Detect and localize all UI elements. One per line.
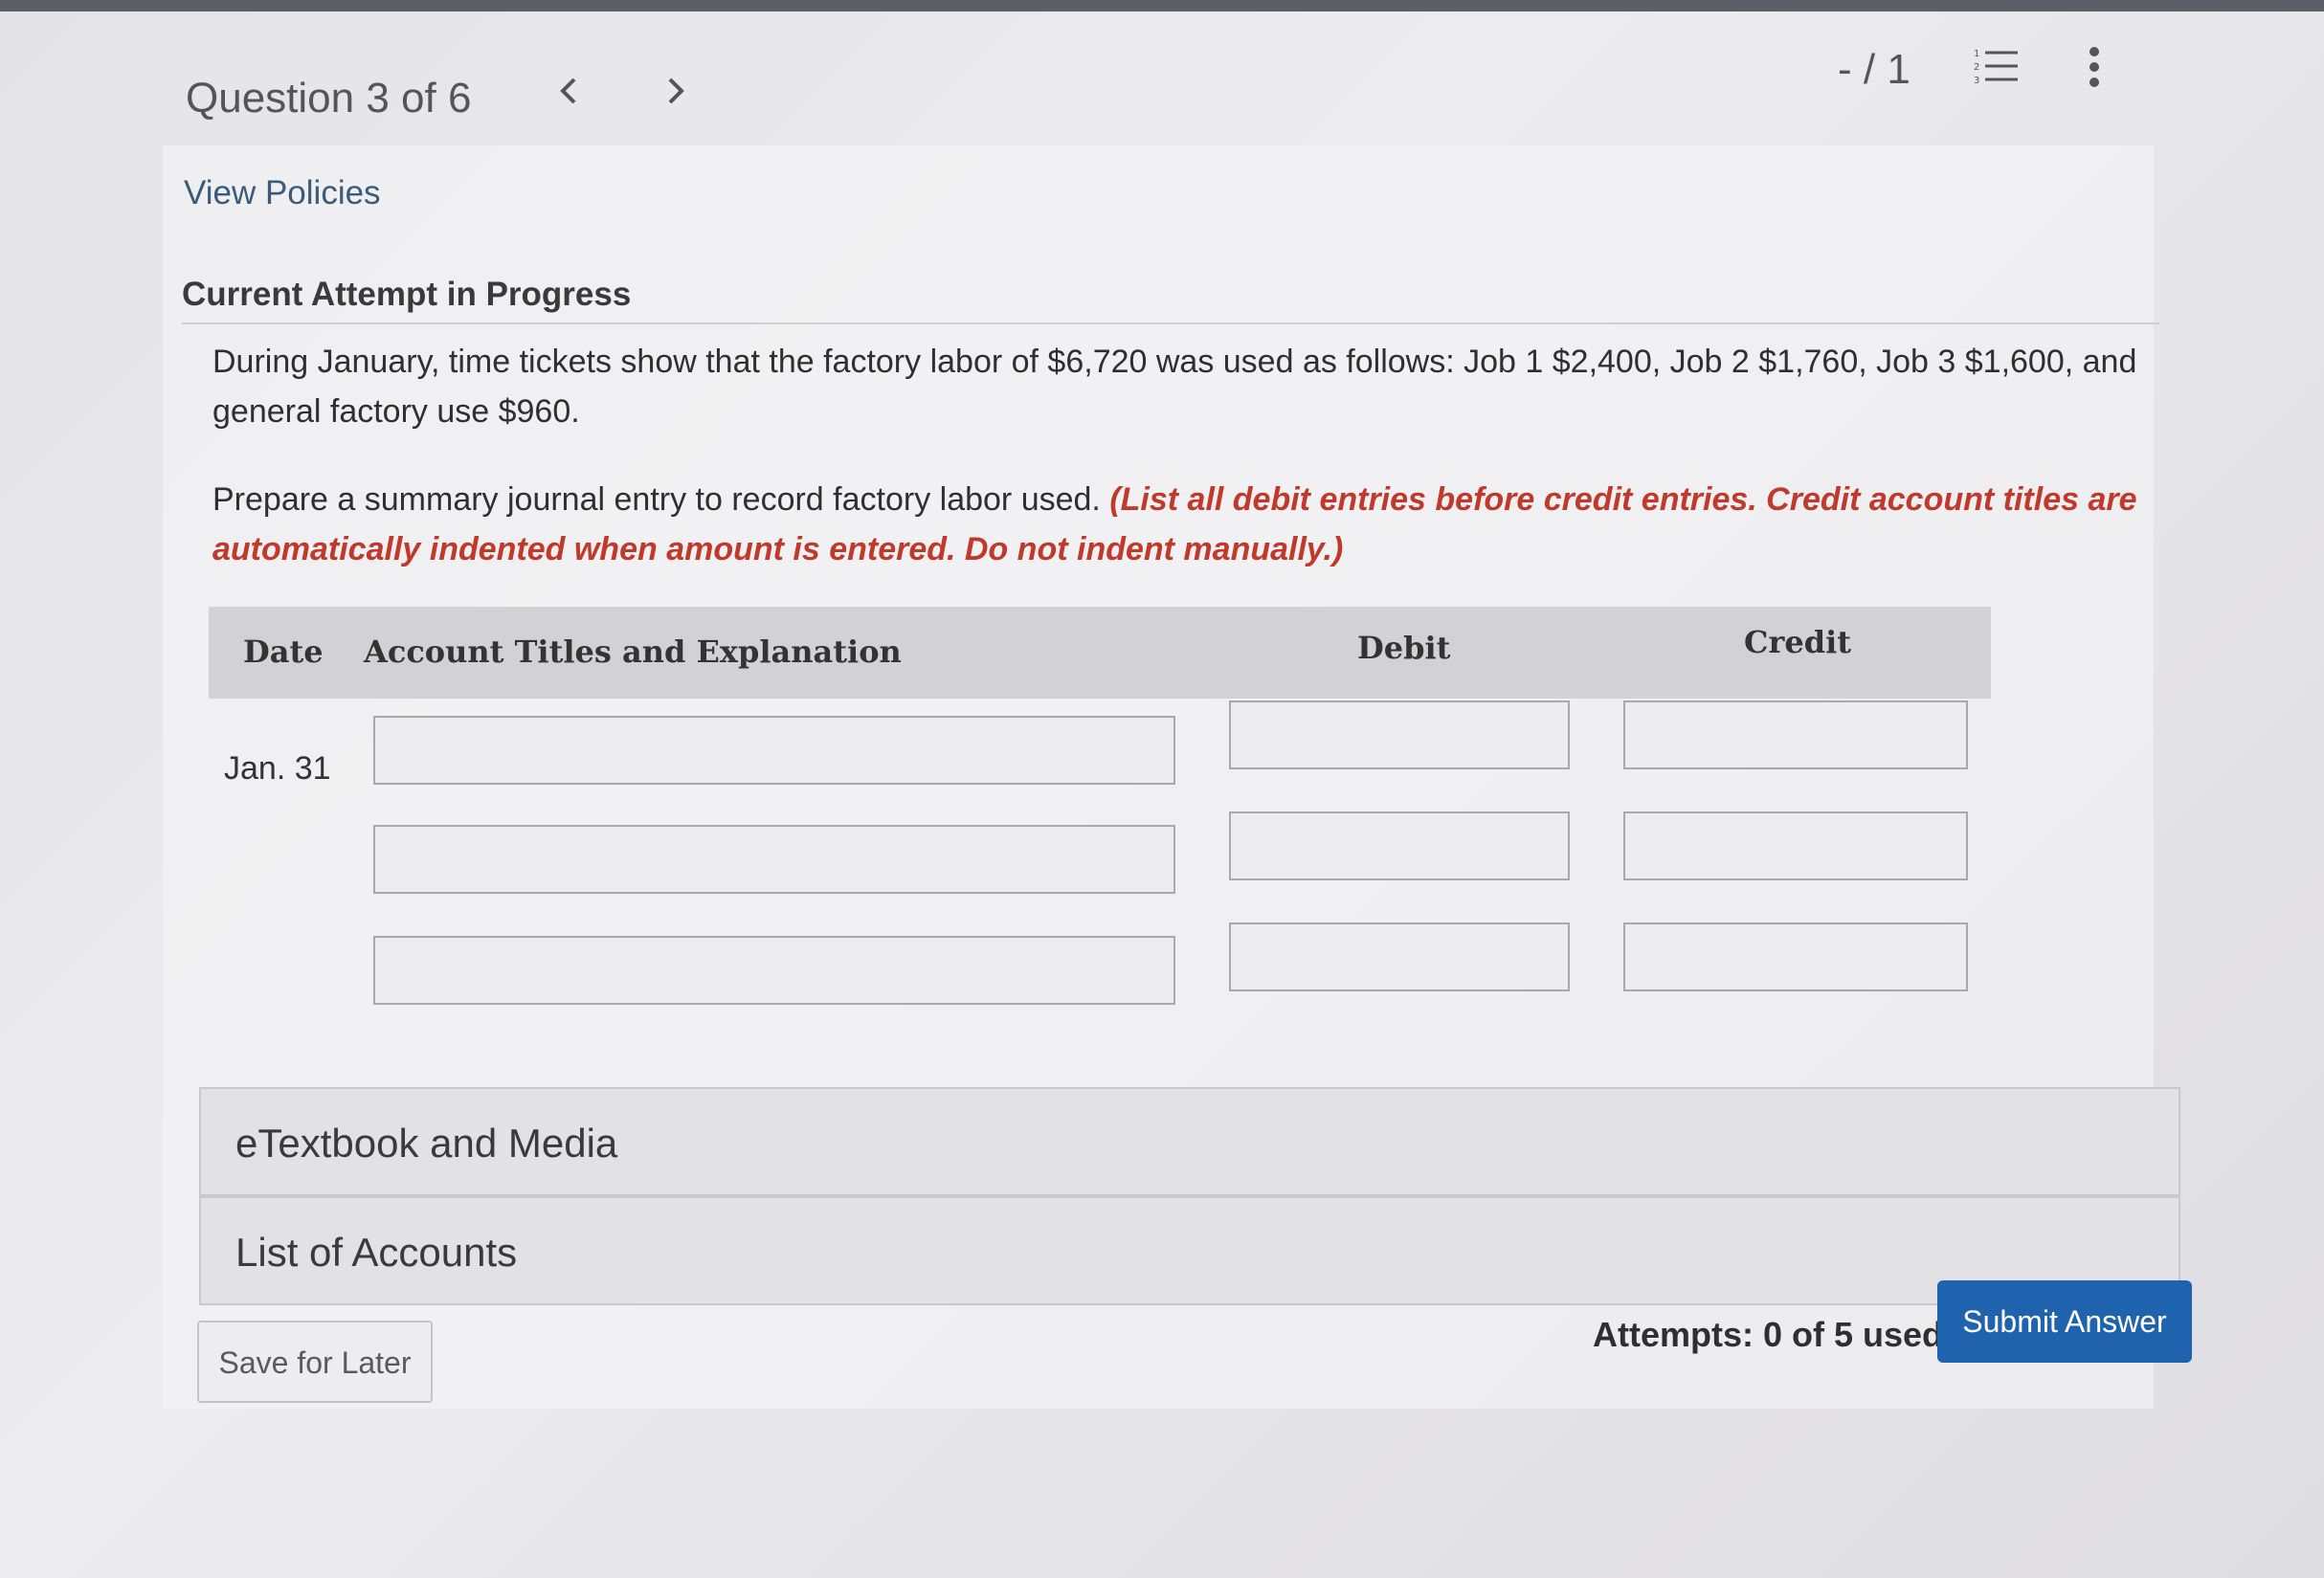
divider	[182, 322, 2159, 324]
question-prompt: Prepare a summary journal entry to recor…	[212, 475, 2146, 574]
attempts-counter: Attempts: 0 of 5 used	[1593, 1315, 1944, 1354]
previous-question-button[interactable]	[549, 71, 588, 119]
column-header-date: Date	[243, 633, 324, 670]
svg-text:3: 3	[1974, 76, 1979, 86]
more-options-button[interactable]	[2085, 44, 2104, 92]
score-display: - / 1	[1838, 46, 1911, 93]
column-header-debit: Debit	[1357, 630, 1451, 666]
column-header-account: Account Titles and Explanation	[364, 633, 902, 670]
svg-text:2: 2	[1974, 62, 1979, 73]
debit-input-1[interactable]	[1229, 700, 1570, 769]
account-title-input-3[interactable]	[373, 936, 1175, 1005]
list-of-accounts-section[interactable]: List of Accounts	[199, 1196, 2180, 1305]
save-for-later-button[interactable]: Save for Later	[197, 1321, 433, 1403]
svg-text:1: 1	[1974, 49, 1979, 59]
more-vertical-icon	[2089, 47, 2099, 87]
account-title-input-1[interactable]	[373, 716, 1175, 785]
debit-input-3[interactable]	[1229, 922, 1570, 991]
credit-input-1[interactable]	[1623, 700, 1968, 769]
question-page: Question 3 of 6 - / 1 1 2 3 View Policie…	[0, 11, 2324, 1578]
attempt-heading: Current Attempt in Progress	[182, 276, 632, 313]
submit-answer-button[interactable]: Submit Answer	[1937, 1280, 2192, 1363]
question-counter: Question 3 of 6	[186, 75, 472, 122]
account-title-input-2[interactable]	[373, 825, 1175, 894]
view-policies-link[interactable]: View Policies	[184, 174, 381, 212]
next-question-button[interactable]	[657, 71, 695, 119]
question-text: During January, time tickets show that t…	[212, 344, 2137, 430]
credit-input-2[interactable]	[1623, 811, 1968, 880]
prompt-text: Prepare a summary journal entry to recor…	[212, 481, 1101, 518]
debit-input-2[interactable]	[1229, 811, 1570, 880]
chevron-left-icon	[560, 78, 576, 104]
question-list-button[interactable]: 1 2 3	[1974, 46, 2020, 88]
journal-table-header: Date Account Titles and Explanation Debi…	[209, 607, 1991, 699]
credit-input-3[interactable]	[1623, 922, 1968, 991]
column-header-credit: Credit	[1744, 624, 1851, 660]
numbered-list-icon: 1 2 3	[1974, 49, 2018, 86]
etextbook-media-section[interactable]: eTextbook and Media	[199, 1087, 2180, 1196]
entry-date: Jan. 31	[224, 750, 331, 787]
top-strip	[0, 0, 2324, 11]
chevron-right-icon	[668, 78, 684, 104]
